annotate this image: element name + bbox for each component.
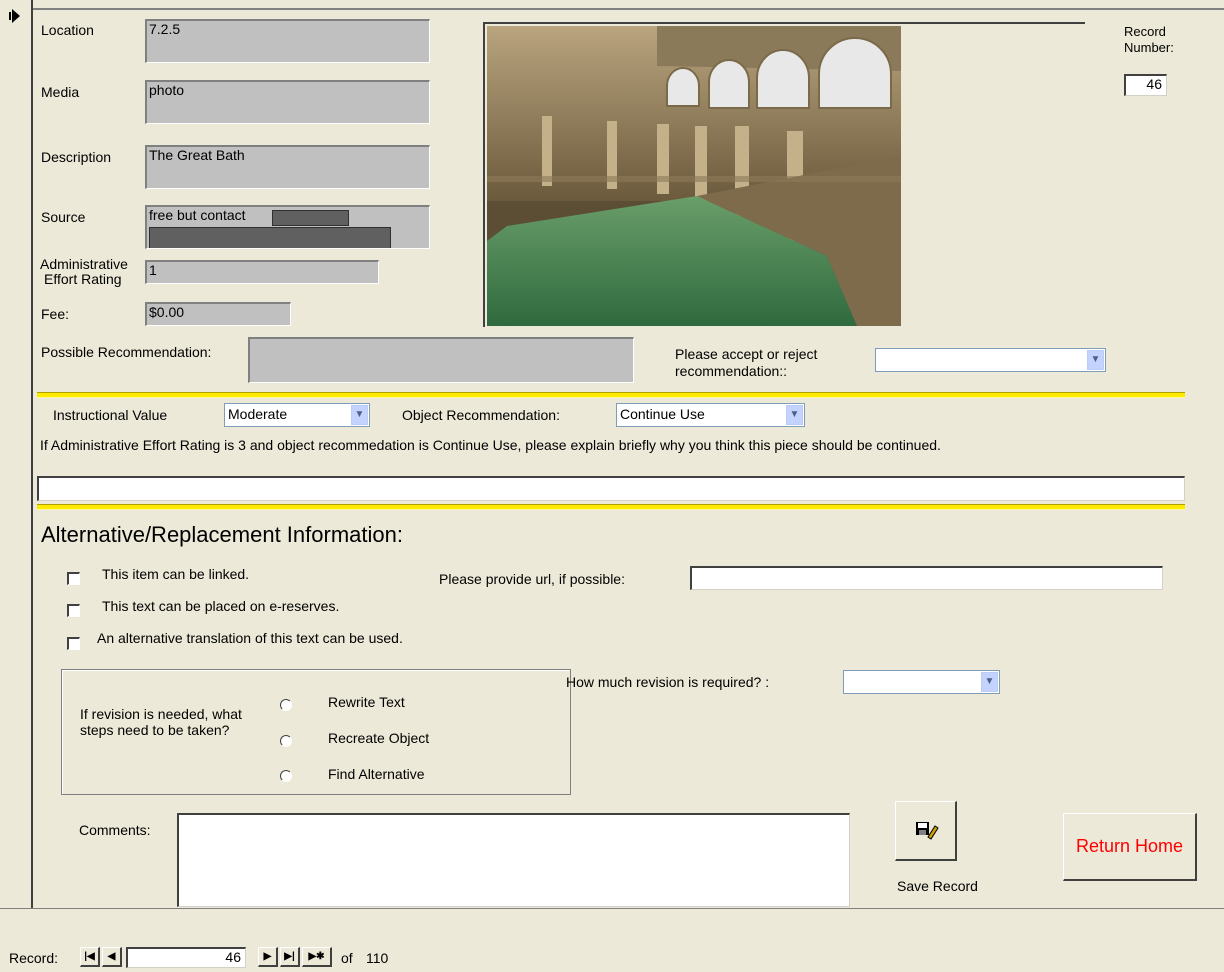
great-bath-photo xyxy=(487,26,901,326)
save-record-button[interactable] xyxy=(895,801,957,861)
source-highlight-1 xyxy=(272,210,349,226)
find-alternative-label: Find Alternative xyxy=(328,766,425,782)
comments-label: Comments: xyxy=(79,822,151,838)
url-label: Please provide url, if possible: xyxy=(439,571,625,587)
new-record-icon[interactable]: ▶✱ xyxy=(302,947,332,967)
source-label: Source xyxy=(41,209,86,225)
chevron-down-icon[interactable]: ▼ xyxy=(1087,350,1104,370)
explain-input[interactable] xyxy=(37,476,1185,501)
chevron-down-icon[interactable]: ▼ xyxy=(786,405,803,425)
media-label: Media xyxy=(41,84,80,100)
rewrite-text-label: Rewrite Text xyxy=(328,694,405,710)
record-nav-input[interactable]: 46 xyxy=(126,947,246,968)
location-field[interactable]: 7.2.5 xyxy=(145,19,430,63)
last-record-icon[interactable]: ▶| xyxy=(280,947,300,967)
chevron-down-icon[interactable]: ▼ xyxy=(351,405,368,425)
translation-checkbox[interactable] xyxy=(67,637,80,650)
linked-checkbox[interactable] xyxy=(67,572,80,585)
possible-recommendation-field[interactable] xyxy=(248,337,634,383)
record-number-field[interactable]: 46 xyxy=(1124,74,1167,96)
linked-label: This item can be linked. xyxy=(102,566,250,582)
instructional-value-label: Instructional Value xyxy=(53,407,168,423)
alt-section-title: Alternative/Replacement Information: xyxy=(41,522,403,547)
form-top-border xyxy=(33,8,1224,10)
record-number-label: Record Number: xyxy=(1124,24,1174,55)
instructional-value-combo[interactable]: Moderate ▼ xyxy=(224,403,370,427)
recreate-object-label: Recreate Object xyxy=(328,730,430,746)
record-selector-bar[interactable] xyxy=(0,0,33,908)
record-nav-label: Record: xyxy=(9,950,59,966)
admin-effort-field[interactable]: 1 xyxy=(145,260,379,284)
accept-reject-label: Please accept or reject recommendation:: xyxy=(675,346,818,379)
admin-effort-label: Administrative Effort Rating xyxy=(40,256,128,287)
location-label: Location xyxy=(41,22,94,38)
record-nav-of: of xyxy=(341,950,353,966)
form-bottom-border xyxy=(0,908,1224,909)
next-record-icon[interactable]: ▶ xyxy=(258,947,278,967)
accept-reject-combo[interactable]: ▼ xyxy=(875,348,1106,372)
how-much-revision-combo[interactable]: ▼ xyxy=(843,670,1000,694)
save-record-label: Save Record xyxy=(897,878,978,894)
photo-frame xyxy=(483,22,1085,327)
explain-instructions: If Administrative Effort Rating is 3 and… xyxy=(40,437,941,453)
source-value: free but contact xyxy=(149,207,246,223)
chevron-down-icon[interactable]: ▼ xyxy=(981,672,998,692)
radio-recreate-object[interactable] xyxy=(280,735,292,747)
source-highlight-2 xyxy=(149,227,391,248)
how-much-revision-label: How much revision is required? : xyxy=(566,674,770,690)
record-nav-total: 110 xyxy=(366,950,389,966)
save-disk-pencil-icon xyxy=(916,822,939,840)
fee-label: Fee: xyxy=(41,306,70,322)
media-field[interactable]: photo xyxy=(145,80,430,124)
previous-record-icon[interactable]: ◀ xyxy=(102,947,122,967)
return-home-button[interactable]: Return Home xyxy=(1063,813,1197,881)
fee-field[interactable]: $0.00 xyxy=(145,302,291,326)
radio-find-alternative[interactable] xyxy=(280,770,292,782)
ereserves-checkbox[interactable] xyxy=(67,604,80,617)
object-recommendation-label: Object Recommendation: xyxy=(402,407,560,423)
record-selector-arrow-icon xyxy=(9,9,20,23)
first-record-icon[interactable]: |◀ xyxy=(80,947,100,967)
radio-rewrite-text[interactable] xyxy=(280,699,292,711)
divider-yellow-1 xyxy=(37,392,1185,398)
description-label: Description xyxy=(41,149,112,165)
translation-label: An alternative translation of this text … xyxy=(97,630,403,646)
divider-yellow-2 xyxy=(37,504,1185,510)
revision-question: If revision is needed, what steps need t… xyxy=(80,706,242,738)
return-home-label: Return Home xyxy=(1075,836,1184,856)
comments-input[interactable] xyxy=(177,813,850,907)
description-field[interactable]: The Great Bath xyxy=(145,145,430,189)
possible-recommendation-label: Possible Recommendation: xyxy=(41,344,212,360)
ereserves-label: This text can be placed on e-reserves. xyxy=(102,598,340,614)
url-input[interactable] xyxy=(690,566,1163,590)
source-field[interactable]: free but contact xyxy=(145,205,430,249)
object-recommendation-combo[interactable]: Continue Use ▼ xyxy=(616,403,805,427)
